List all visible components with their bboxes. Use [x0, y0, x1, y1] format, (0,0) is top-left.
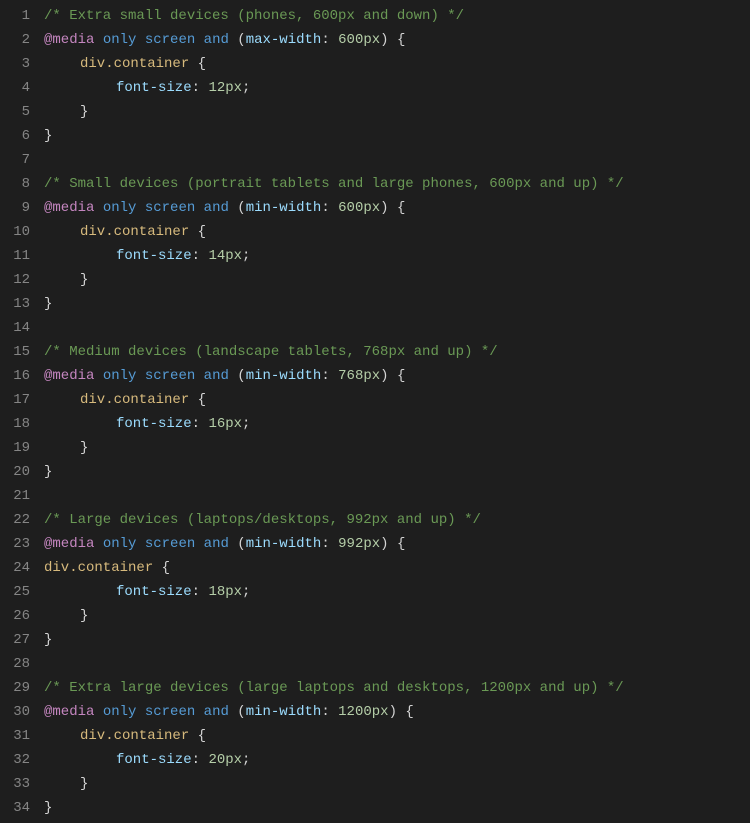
line-number: 26 — [0, 604, 30, 628]
line-number: 27 — [0, 628, 30, 652]
code-line[interactable]: } — [44, 772, 750, 796]
code-line[interactable]: /* Medium devices (landscape tablets, 76… — [44, 340, 750, 364]
line-number: 20 — [0, 460, 30, 484]
line-number: 30 — [0, 700, 30, 724]
code-line[interactable]: div.container { — [44, 52, 750, 76]
line-number: 24 — [0, 556, 30, 580]
line-number: 15 — [0, 340, 30, 364]
line-number: 28 — [0, 652, 30, 676]
code-line[interactable] — [44, 484, 750, 508]
line-number: 11 — [0, 244, 30, 268]
code-line[interactable]: } — [44, 100, 750, 124]
line-number: 8 — [0, 172, 30, 196]
code-line[interactable]: font-size: 20px; — [44, 748, 750, 772]
code-line[interactable]: /* Extra small devices (phones, 600px an… — [44, 4, 750, 28]
code-line[interactable] — [44, 652, 750, 676]
line-number: 31 — [0, 724, 30, 748]
line-number: 7 — [0, 148, 30, 172]
code-line[interactable]: @media only screen and (max-width: 600px… — [44, 28, 750, 52]
code-line[interactable]: } — [44, 124, 750, 148]
line-number: 19 — [0, 436, 30, 460]
line-number: 3 — [0, 52, 30, 76]
line-number: 4 — [0, 76, 30, 100]
line-number: 17 — [0, 388, 30, 412]
line-number: 25 — [0, 580, 30, 604]
line-number: 1 — [0, 4, 30, 28]
line-number: 16 — [0, 364, 30, 388]
code-line[interactable]: } — [44, 604, 750, 628]
code-line[interactable]: @media only screen and (min-width: 768px… — [44, 364, 750, 388]
line-number: 12 — [0, 268, 30, 292]
line-number: 22 — [0, 508, 30, 532]
code-line[interactable]: /* Extra large devices (large laptops an… — [44, 676, 750, 700]
line-number: 21 — [0, 484, 30, 508]
code-line[interactable]: @media only screen and (min-width: 1200p… — [44, 700, 750, 724]
code-line[interactable]: font-size: 12px; — [44, 76, 750, 100]
line-number: 18 — [0, 412, 30, 436]
code-line[interactable]: div.container { — [44, 556, 750, 580]
code-line[interactable] — [44, 148, 750, 172]
code-line[interactable]: /* Large devices (laptops/desktops, 992p… — [44, 508, 750, 532]
code-line[interactable]: div.container { — [44, 724, 750, 748]
code-line[interactable] — [44, 316, 750, 340]
line-number: 14 — [0, 316, 30, 340]
code-line[interactable]: } — [44, 460, 750, 484]
code-line[interactable]: font-size: 18px; — [44, 580, 750, 604]
code-line[interactable]: } — [44, 436, 750, 460]
code-line[interactable]: @media only screen and (min-width: 600px… — [44, 196, 750, 220]
code-line[interactable]: @media only screen and (min-width: 992px… — [44, 532, 750, 556]
code-line[interactable]: } — [44, 292, 750, 316]
code-content[interactable]: /* Extra small devices (phones, 600px an… — [44, 4, 750, 820]
code-line[interactable]: } — [44, 796, 750, 820]
code-editor[interactable]: 1234567891011121314151617181920212223242… — [0, 0, 750, 820]
line-number: 34 — [0, 796, 30, 820]
code-line[interactable]: /* Small devices (portrait tablets and l… — [44, 172, 750, 196]
code-line[interactable]: } — [44, 268, 750, 292]
line-number: 6 — [0, 124, 30, 148]
line-number-gutter: 1234567891011121314151617181920212223242… — [0, 4, 44, 820]
line-number: 29 — [0, 676, 30, 700]
line-number: 13 — [0, 292, 30, 316]
line-number: 33 — [0, 772, 30, 796]
line-number: 23 — [0, 532, 30, 556]
code-line[interactable]: font-size: 16px; — [44, 412, 750, 436]
code-line[interactable]: div.container { — [44, 388, 750, 412]
line-number: 9 — [0, 196, 30, 220]
code-line[interactable]: } — [44, 628, 750, 652]
line-number: 32 — [0, 748, 30, 772]
code-line[interactable]: div.container { — [44, 220, 750, 244]
code-line[interactable]: font-size: 14px; — [44, 244, 750, 268]
line-number: 2 — [0, 28, 30, 52]
line-number: 5 — [0, 100, 30, 124]
line-number: 10 — [0, 220, 30, 244]
